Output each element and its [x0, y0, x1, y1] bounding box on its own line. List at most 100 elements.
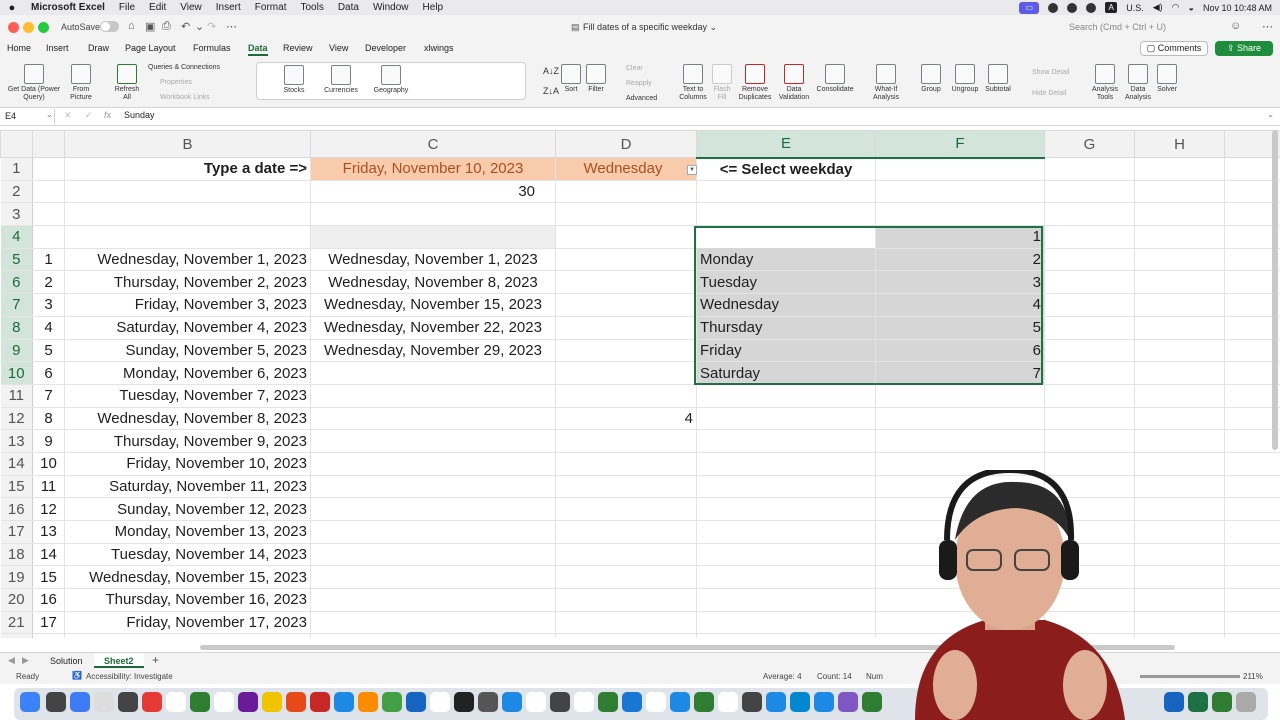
row-header-18[interactable]: 18 — [0, 543, 33, 567]
menu-view[interactable]: View — [173, 0, 209, 15]
music-icon[interactable] — [142, 692, 162, 712]
cell-c18[interactable] — [310, 543, 556, 567]
app-icon[interactable] — [550, 692, 570, 712]
next-sheet-icon[interactable]: ▶ — [22, 655, 29, 666]
cell-f21[interactable] — [875, 611, 1045, 635]
cell-e10[interactable]: Saturday — [696, 361, 876, 385]
zoom-window-icon[interactable] — [38, 22, 49, 33]
horizontal-scrollbar[interactable] — [200, 645, 1175, 650]
dropdown-arrow-icon[interactable]: ▼ — [687, 165, 697, 176]
flash-fill-button[interactable]: Flash Fill — [710, 64, 734, 102]
cell-c5[interactable]: Wednesday, November 1, 2023 — [310, 248, 556, 272]
document-title[interactable]: Fill dates of a specific weekday ⌄ — [583, 22, 717, 33]
cell-c11[interactable] — [310, 384, 556, 408]
cell-e19[interactable] — [696, 565, 876, 590]
cell-b1[interactable]: Type a date => — [64, 157, 311, 181]
cell-d18[interactable] — [555, 543, 697, 567]
numbers-icon[interactable] — [190, 692, 210, 712]
trash-icon[interactable] — [1236, 692, 1256, 712]
save-icon[interactable]: ▣ — [145, 20, 155, 33]
workbook-links-button[interactable]: Workbook Links — [160, 94, 210, 101]
viber-icon[interactable] — [838, 692, 858, 712]
cell-f2[interactable] — [875, 180, 1045, 204]
cell-d5[interactable] — [555, 248, 697, 272]
cell-c8[interactable]: Wednesday, November 22, 2023 — [310, 316, 556, 340]
cell-g22[interactable] — [1044, 633, 1135, 638]
cell-c9[interactable]: Wednesday, November 29, 2023 — [310, 339, 556, 363]
cell-a17[interactable]: 13 — [32, 520, 65, 544]
cell-e13[interactable] — [696, 429, 876, 453]
firefox-icon[interactable] — [286, 692, 306, 712]
cell-f16[interactable] — [875, 497, 1045, 521]
cell-e8[interactable]: Thursday — [696, 316, 876, 340]
menu-tools[interactable]: Tools — [293, 0, 330, 15]
cell-e18[interactable] — [696, 543, 876, 567]
cell-b13[interactable]: Thursday, November 9, 2023 — [64, 429, 311, 453]
row-header-10[interactable]: 10 — [0, 361, 33, 385]
cell-c16[interactable] — [310, 497, 556, 521]
cell-b14[interactable]: Friday, November 10, 2023 — [64, 452, 311, 476]
cell-i18[interactable] — [1224, 543, 1280, 567]
tab-developer[interactable]: Developer — [365, 43, 406, 53]
cell-c13[interactable] — [310, 429, 556, 453]
cell-g19[interactable] — [1044, 565, 1135, 590]
cell-f7[interactable]: 4 — [875, 293, 1045, 317]
show-detail-button[interactable]: Show Detail — [1032, 69, 1069, 76]
cell-e16[interactable] — [696, 497, 876, 521]
cell-b4[interactable] — [64, 225, 311, 249]
undo-icon[interactable]: ↶ — [181, 20, 190, 33]
refresh-all-button[interactable]: Refresh All — [111, 64, 143, 102]
input-source-label[interactable]: U.S. — [1126, 3, 1144, 13]
cell-c3[interactable] — [310, 202, 556, 227]
cell-g4[interactable] — [1044, 225, 1135, 249]
cell-b15[interactable]: Saturday, November 11, 2023 — [64, 475, 311, 499]
cell-e12[interactable] — [696, 407, 876, 431]
cell-c17[interactable] — [310, 520, 556, 544]
expand-formula-icon[interactable]: ⌄ — [1267, 110, 1274, 119]
column-header-f[interactable]: F — [875, 130, 1045, 159]
from-picture-button[interactable]: From Picture — [64, 64, 98, 102]
row-header-22[interactable]: 22 — [0, 633, 33, 638]
chrome-icon[interactable] — [382, 692, 402, 712]
app-icon[interactable] — [598, 692, 618, 712]
input-source-icon[interactable]: A — [1105, 2, 1118, 13]
cell-d8[interactable] — [555, 316, 697, 340]
row-header-12[interactable]: 12 — [0, 407, 33, 431]
cell-f10[interactable]: 7 — [875, 361, 1045, 385]
menu-data[interactable]: Data — [331, 0, 366, 15]
cell-f17[interactable] — [875, 520, 1045, 544]
tab-formulas[interactable]: Formulas — [193, 43, 231, 53]
control-center-icon[interactable]: ◒ — [1189, 3, 1194, 13]
cell-d22[interactable] — [555, 633, 697, 638]
cell-a14[interactable]: 10 — [32, 452, 65, 476]
cancel-entry-icon[interactable]: ✕ — [64, 110, 72, 121]
status-app-icon[interactable] — [1048, 2, 1059, 13]
cell-c1[interactable]: Friday, November 10, 2023 — [310, 157, 556, 181]
cell-i19[interactable] — [1224, 565, 1280, 590]
row-header-5[interactable]: 5 — [0, 248, 33, 272]
row-header-20[interactable]: 20 — [0, 588, 33, 612]
cell-h16[interactable] — [1134, 497, 1225, 521]
currencies-button[interactable]: Currencies — [321, 65, 361, 95]
cell-f4[interactable]: 1 — [875, 225, 1045, 249]
cell-g13[interactable] — [1044, 429, 1135, 453]
cell-f1[interactable] — [875, 157, 1045, 181]
cell-d11[interactable] — [555, 384, 697, 408]
cell-e3[interactable] — [696, 202, 876, 227]
accessibility-icon[interactable]: ♿ — [72, 671, 82, 680]
redo-icon[interactable]: ↷ — [207, 20, 216, 33]
worksheet-grid[interactable]: B C D E F G H 1 Type a date => Friday, Nov… — [0, 130, 1280, 638]
cell-c14[interactable] — [310, 452, 556, 476]
cell-g18[interactable] — [1044, 543, 1135, 567]
menu-format[interactable]: Format — [248, 0, 294, 15]
cell-f15[interactable] — [875, 475, 1045, 499]
cell-d13[interactable] — [555, 429, 697, 453]
cell-d4[interactable] — [555, 225, 697, 249]
cell-c7[interactable]: Wednesday, November 15, 2023 — [310, 293, 556, 317]
cell-a4[interactable] — [32, 225, 65, 249]
cell-h13[interactable] — [1134, 429, 1225, 453]
sheet-tab-solution[interactable]: Solution — [40, 654, 93, 668]
cell-f11[interactable] — [875, 384, 1045, 408]
autosave-toggle[interactable] — [100, 21, 119, 32]
cell-b2[interactable] — [64, 180, 311, 204]
